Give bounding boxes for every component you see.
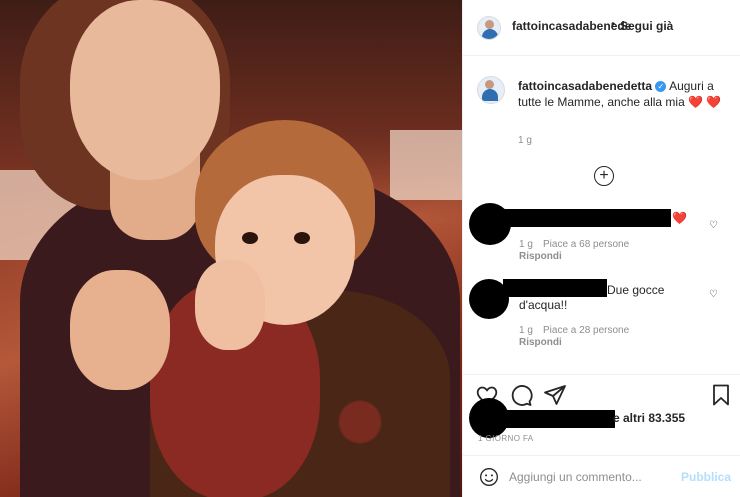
- heart-emoji: ❤️: [688, 95, 704, 109]
- photo-mother-face: [70, 0, 220, 180]
- redacted-username: [505, 209, 671, 227]
- photo-table-right: [390, 130, 462, 200]
- caption-text-block: fattoincasadabenedetta ✓ Auguri a tutte …: [518, 78, 738, 110]
- photo-child-eye: [242, 232, 258, 244]
- heart-emoji: ❤️: [706, 95, 722, 109]
- comment-like-heart-icon[interactable]: ♡: [709, 220, 718, 231]
- add-comment-bar: Pubblica: [463, 455, 740, 497]
- comment-text: Due gocce d'acqua!!: [519, 283, 665, 312]
- comment-likes[interactable]: Piace a 28 persone: [543, 325, 629, 336]
- bookmark-icon[interactable]: [709, 383, 733, 407]
- likes-section: e altri 83.355 1 GIORNO FA: [463, 398, 740, 450]
- comment-input[interactable]: [509, 466, 669, 488]
- comment-like-heart-icon[interactable]: ♡: [709, 289, 718, 300]
- comment-likes[interactable]: Piace a 68 persone: [543, 239, 629, 250]
- photo-child-hand: [195, 260, 265, 350]
- photo-child-eye: [294, 232, 310, 244]
- redacted-username: [503, 410, 615, 428]
- likes-count[interactable]: e altri 83.355: [613, 411, 685, 425]
- verified-icon: ✓: [655, 81, 667, 93]
- header-separator: •: [611, 17, 616, 31]
- caption-username[interactable]: fattoincasadabenedetta: [518, 79, 652, 93]
- comment-time: 1 g: [519, 325, 533, 336]
- author-avatar[interactable]: [477, 16, 501, 40]
- post-side-panel: fattoincasadabenede • Segui già fattoinc…: [462, 0, 740, 497]
- caption-time: 1 g: [518, 135, 532, 146]
- comment-text: ❤️: [672, 211, 687, 225]
- emoji-icon[interactable]: [479, 467, 499, 487]
- publish-button[interactable]: Pubblica: [681, 470, 731, 484]
- reply-button[interactable]: Rispondi: [519, 251, 562, 262]
- post-header: fattoincasadabenede • Segui già: [463, 0, 740, 56]
- comment-icon[interactable]: [509, 383, 533, 407]
- share-icon[interactable]: [543, 383, 567, 407]
- post-timestamp[interactable]: 1 GIORNO FA: [478, 434, 534, 443]
- plus-circle-icon[interactable]: +: [594, 166, 614, 186]
- reply-button[interactable]: Rispondi: [519, 337, 562, 348]
- caption-avatar[interactable]: [477, 76, 505, 104]
- photo-mother-hand: [70, 270, 170, 390]
- following-button[interactable]: Segui già: [620, 19, 673, 33]
- post-photo[interactable]: [0, 0, 462, 497]
- comment-time: 1 g: [519, 239, 533, 250]
